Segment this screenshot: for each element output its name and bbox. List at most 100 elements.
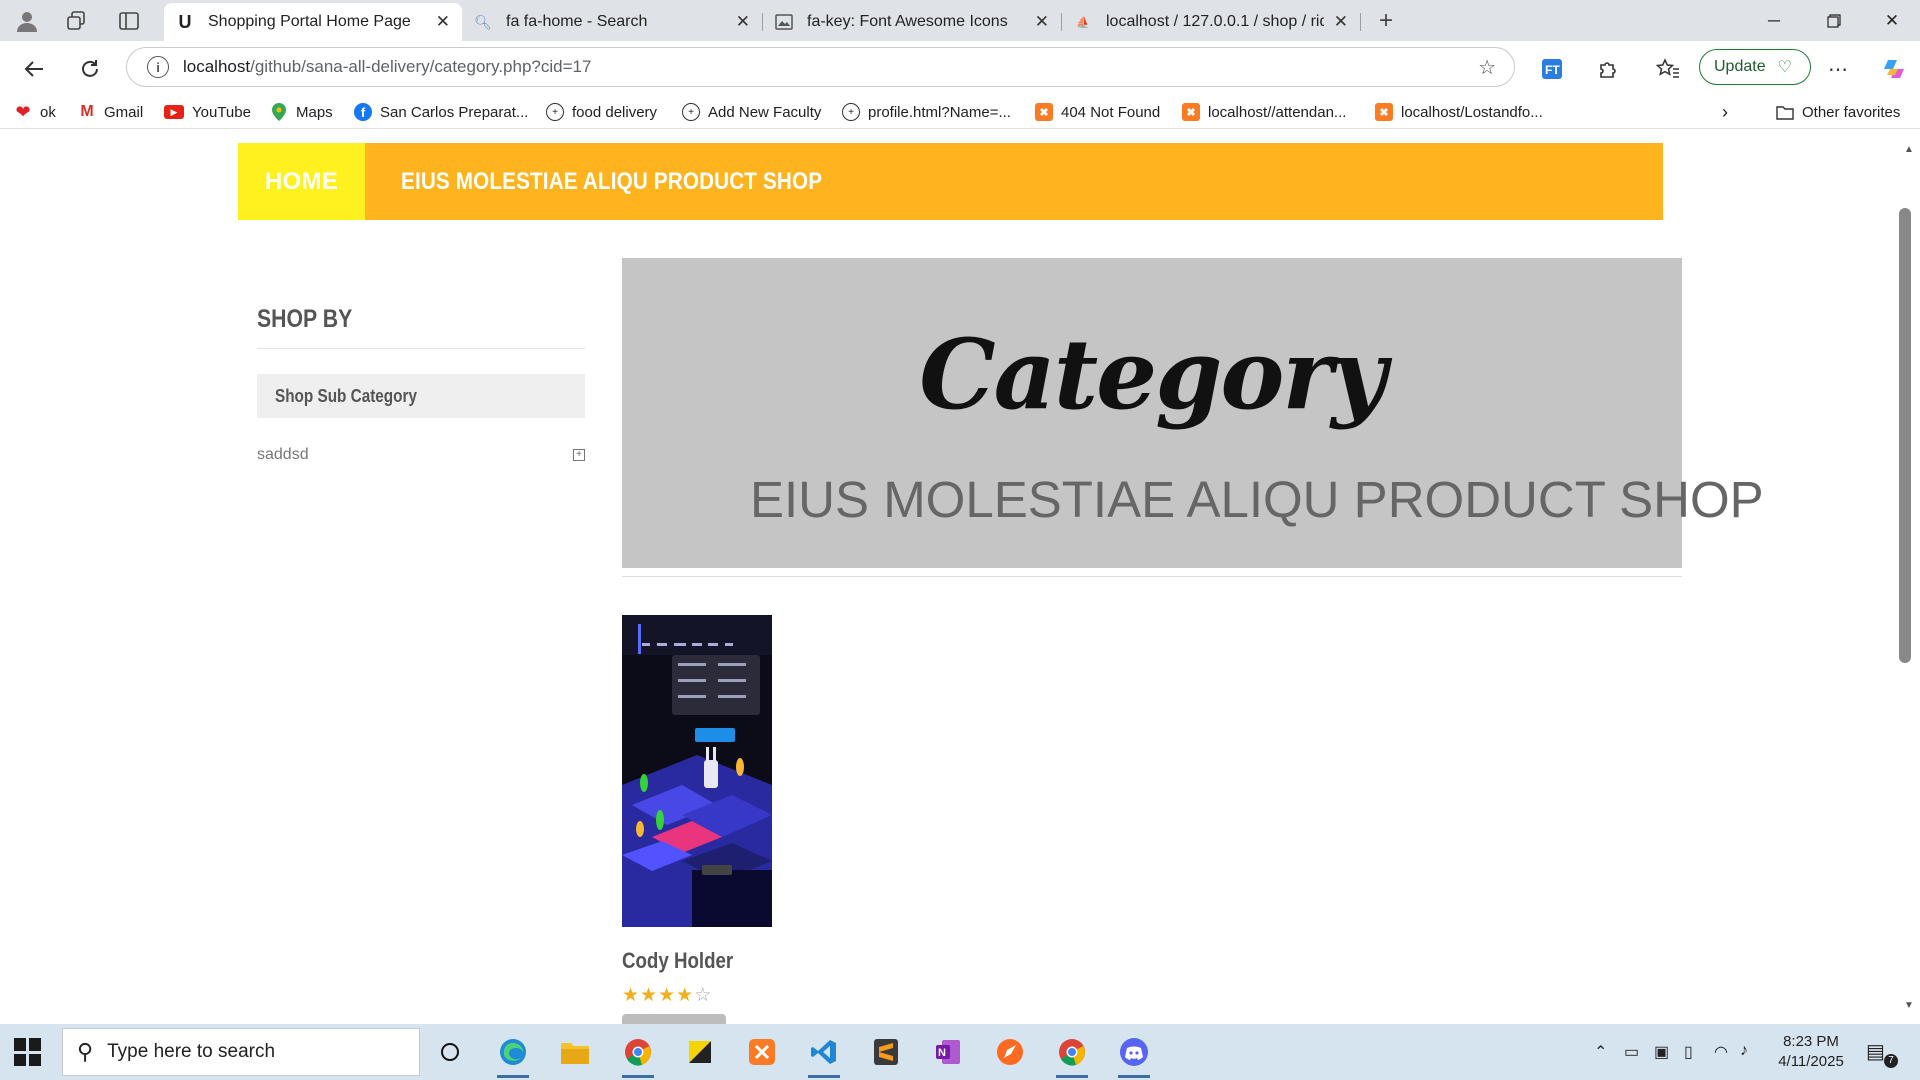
battery-icon[interactable]: ▯ bbox=[1684, 1042, 1693, 1062]
chevron-right-icon[interactable]: › bbox=[1722, 101, 1728, 123]
bookmark-san-carlos[interactable]: f San Carlos Preparat... bbox=[354, 101, 528, 123]
bookmark-ok[interactable]: ❤ ok bbox=[14, 101, 56, 123]
scroll-down-arrow-icon[interactable]: ▼ bbox=[1904, 1000, 1914, 1011]
active-indicator bbox=[1118, 1075, 1150, 1078]
bookmark-add-new-faculty[interactable]: + Add New Faculty bbox=[682, 101, 821, 123]
svg-text:N: N bbox=[938, 1047, 946, 1059]
close-icon[interactable]: ✕ bbox=[1334, 12, 1348, 32]
meet-now-icon[interactable]: ▭ bbox=[1624, 1042, 1639, 1062]
bookmark-label: 404 Not Found bbox=[1061, 103, 1161, 121]
chrome-profile-app-icon[interactable] bbox=[1052, 1032, 1092, 1078]
favorites-icon[interactable] bbox=[1652, 53, 1684, 85]
task-view-icon[interactable] bbox=[430, 1032, 470, 1072]
translate-extension-icon[interactable]: FT bbox=[1536, 53, 1568, 85]
tab-title: localhost / 127.0.0.1 / shop / rider bbox=[1106, 13, 1324, 30]
bookmark-label: Maps bbox=[296, 103, 333, 121]
display-icon[interactable]: ▣ bbox=[1654, 1042, 1669, 1062]
svg-text:FT: FT bbox=[1545, 63, 1560, 77]
notification-count-badge: 7 bbox=[1884, 1054, 1898, 1068]
discord-app-icon[interactable] bbox=[1114, 1032, 1154, 1078]
profile-icon[interactable] bbox=[12, 6, 42, 36]
new-tab-icon[interactable]: + bbox=[1371, 6, 1401, 36]
favorite-star-icon[interactable]: ☆ bbox=[1478, 55, 1496, 80]
volume-icon[interactable]: ♪ bbox=[1740, 1042, 1748, 1060]
update-button[interactable]: Update ♡ bbox=[1699, 49, 1811, 85]
xampp-app-icon[interactable] bbox=[742, 1032, 782, 1072]
tab-font-awesome[interactable]: fa-key: Font Awesome Icons ✕ bbox=[763, 3, 1061, 41]
pen-app-icon[interactable] bbox=[990, 1032, 1030, 1072]
add-to-cart-button[interactable] bbox=[622, 1014, 726, 1024]
close-window-icon[interactable]: ✕ bbox=[1864, 0, 1920, 41]
bookmark-profile[interactable]: + profile.html?Name=... bbox=[842, 101, 1011, 123]
address-bar[interactable]: i localhost/github/sana-all-delivery/cat… bbox=[126, 47, 1515, 87]
bookmark-label: YouTube bbox=[192, 103, 251, 121]
windows-taskbar: ⚲ Type here to search N ⌃ ▭ ▣ ▯ ◠ ♪ 8:23… bbox=[0, 1024, 1920, 1080]
image-icon bbox=[775, 13, 793, 31]
search-icon: ⚲ bbox=[77, 1039, 94, 1064]
site-info-icon[interactable]: i bbox=[147, 56, 169, 78]
edge-app-icon[interactable] bbox=[493, 1032, 533, 1078]
bookmark-label: profile.html?Name=... bbox=[868, 103, 1011, 121]
bookmark-label: San Carlos Preparat... bbox=[380, 103, 529, 121]
bookmark-food-delivery[interactable]: + food delivery bbox=[546, 101, 657, 123]
tab-fa-home-search[interactable]: 🔍︎ fa fa-home - Search ✕ bbox=[462, 3, 762, 41]
reload-icon[interactable] bbox=[74, 53, 106, 85]
back-icon[interactable] bbox=[18, 53, 50, 85]
other-favorites[interactable]: Other favorites bbox=[1776, 101, 1900, 123]
windows-start-icon[interactable] bbox=[14, 1038, 42, 1066]
bookmark-label: food delivery bbox=[572, 103, 658, 121]
extensions-icon[interactable] bbox=[1592, 53, 1624, 85]
wifi-icon[interactable]: ◠ bbox=[1714, 1042, 1728, 1062]
close-icon[interactable]: ✕ bbox=[436, 12, 450, 32]
address-path: /github/sana-all-delivery/category.php?c… bbox=[250, 57, 592, 76]
heart-icon: ❤ bbox=[15, 101, 31, 122]
address-host: localhost bbox=[183, 57, 251, 76]
chevron-up-icon[interactable]: ⌃ bbox=[1594, 1042, 1607, 1062]
vertical-tabs-icon[interactable] bbox=[114, 6, 144, 36]
xampp-icon: ✖ bbox=[1375, 103, 1393, 121]
scroll-up-arrow-icon[interactable]: ▲ bbox=[1904, 144, 1914, 155]
vscode-app-icon[interactable] bbox=[804, 1032, 844, 1078]
bookmark-label: ok bbox=[40, 103, 56, 121]
chrome-app-icon[interactable] bbox=[618, 1032, 658, 1078]
sub-category-label: Shop Sub Category bbox=[275, 385, 417, 406]
sticky-notes-icon[interactable] bbox=[680, 1032, 720, 1072]
tab-phpmyadmin[interactable]: ⛵ localhost / 127.0.0.1 / shop / rider ✕ bbox=[1062, 3, 1360, 41]
scrollbar-thumb[interactable] bbox=[1899, 208, 1911, 663]
nav-home-link[interactable]: HOME bbox=[238, 143, 365, 220]
bookmark-youtube[interactable]: ▶ YouTube bbox=[164, 101, 251, 123]
onenote-app-icon[interactable]: N bbox=[928, 1032, 968, 1072]
file-explorer-icon[interactable] bbox=[555, 1032, 595, 1072]
more-icon[interactable]: ⋯ bbox=[1822, 53, 1854, 85]
bookmark-maps[interactable]: Maps bbox=[270, 101, 333, 123]
clock[interactable]: 8:23 PM 4/11/2025 bbox=[1766, 1032, 1856, 1072]
plus-square-icon[interactable]: + bbox=[573, 449, 585, 461]
tab-shopping-portal[interactable]: U Shopping Portal Home Page ✕ bbox=[164, 3, 462, 41]
close-icon[interactable]: ✕ bbox=[1035, 12, 1049, 32]
copilot-icon[interactable] bbox=[1878, 53, 1910, 85]
sublime-app-icon[interactable] bbox=[866, 1032, 906, 1072]
star-filled-icon: ★ bbox=[622, 985, 641, 1006]
nav-shop-link[interactable]: EIUS MOLESTIAE ALIQU PRODUCT SHOP bbox=[401, 143, 822, 220]
sub-category-item[interactable]: saddsd + bbox=[257, 443, 585, 467]
workspaces-icon[interactable] bbox=[62, 6, 92, 36]
notification-icon[interactable]: ▤ bbox=[1866, 1039, 1885, 1064]
close-icon[interactable]: ✕ bbox=[736, 12, 750, 32]
taskbar-search-box[interactable]: ⚲ Type here to search bbox=[62, 1028, 420, 1076]
product-name[interactable]: Cody Holder bbox=[622, 948, 733, 974]
bookmark-gmail[interactable]: M Gmail bbox=[78, 101, 143, 123]
xampp-icon: ✖ bbox=[1035, 103, 1053, 121]
bookmark-attendance[interactable]: ✖ localhost//attendan... bbox=[1182, 101, 1346, 123]
product-rating: ★★★★☆ bbox=[622, 984, 712, 1007]
browser-tab-bar: U Shopping Portal Home Page ✕ 🔍︎ fa fa-h… bbox=[0, 0, 1920, 41]
active-indicator bbox=[622, 1075, 654, 1078]
banner-heading: Category bbox=[919, 318, 1387, 431]
sub-category-item-label: saddsd bbox=[257, 446, 309, 463]
globe-icon: + bbox=[546, 103, 564, 121]
bookmark-404[interactable]: ✖ 404 Not Found bbox=[1035, 101, 1160, 123]
bookmark-lostandfound[interactable]: ✖ localhost/Lostandfo... bbox=[1375, 101, 1543, 123]
product-image[interactable] bbox=[622, 615, 772, 927]
search-icon: 🔍︎ bbox=[474, 13, 492, 30]
restore-icon[interactable] bbox=[1806, 0, 1862, 41]
minimize-icon[interactable]: ─ bbox=[1746, 0, 1802, 41]
